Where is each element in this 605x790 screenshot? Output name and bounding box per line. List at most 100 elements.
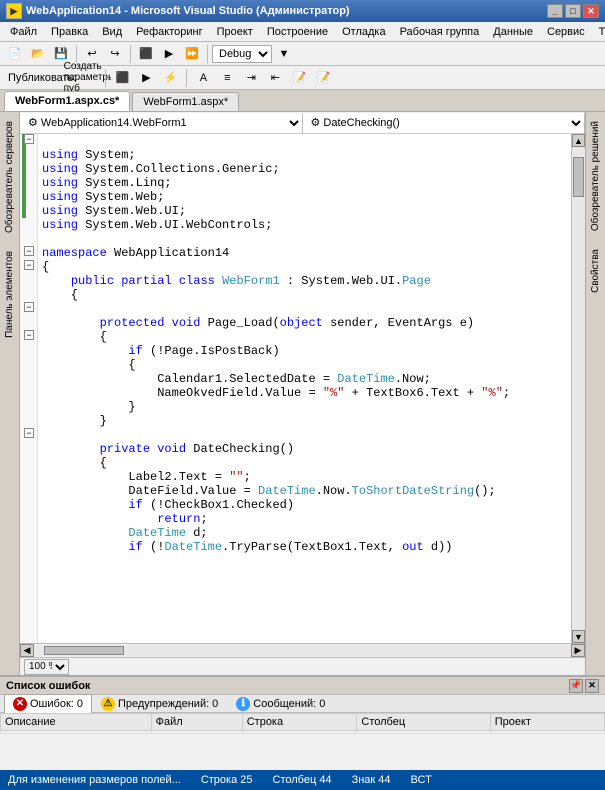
messages-tab[interactable]: ℹ Сообщений: 0	[227, 694, 334, 714]
title-bar: ▶ WebApplication14 - Microsoft Visual St…	[0, 0, 605, 22]
toolbar2-btn2[interactable]: ▶	[135, 68, 157, 88]
scroll-down-btn[interactable]: ▼	[572, 630, 585, 643]
col-row: Строка	[242, 714, 357, 731]
minimize-button[interactable]: _	[547, 4, 563, 18]
toolbar2-btn5[interactable]: ≡	[216, 68, 238, 88]
properties-tab[interactable]: Свойства	[587, 240, 604, 302]
panel-close-btn[interactable]: ✕	[585, 679, 599, 693]
status-for-change: Для изменения размеров полей...	[8, 774, 181, 786]
col-desc: Описание	[1, 714, 152, 731]
panel-pin-btn[interactable]: 📌	[569, 679, 583, 693]
open-btn[interactable]: 📂	[27, 44, 49, 64]
status-char: Знак 44	[352, 774, 391, 786]
method-selector[interactable]: ⚙ DateChecking()	[303, 113, 586, 133]
toolbar2-btn6[interactable]: ⇥	[240, 68, 262, 88]
right-sidebar: Обозреватель решений Свойства	[585, 112, 605, 675]
warning-badge: ⚠ Предупреждений: 0	[101, 697, 218, 711]
warning-icon: ⚠	[101, 697, 115, 711]
class-selector[interactable]: ⚙ WebApplication14.WebForm1	[20, 113, 303, 133]
code-status-bar: 100 %	[20, 657, 585, 675]
errors-tab[interactable]: ✕ Ошибок: 0	[4, 694, 92, 714]
error-badge: ✕ Ошибок: 0	[13, 697, 83, 711]
menu-view[interactable]: Вид	[96, 24, 128, 40]
left-sidebar: Обозреватель серверов Панель элементов	[0, 112, 20, 675]
collapse-namespace[interactable]: −	[24, 246, 34, 256]
table-row	[1, 731, 605, 734]
scroll-thumb[interactable]	[573, 157, 584, 197]
error-table: Описание Файл Строка Столбец Проект	[0, 713, 605, 770]
hscroll-thumb[interactable]	[44, 646, 124, 655]
scroll-track[interactable]	[572, 147, 585, 630]
menu-refactor[interactable]: Рефакторинг	[130, 24, 208, 40]
solution-explorer-tab[interactable]: Обозреватель решений	[587, 112, 604, 240]
toolbar2-btn9[interactable]: 📝	[312, 68, 334, 88]
tab-bar: WebForm1.aspx.cs* WebForm1.aspx*	[0, 90, 605, 112]
menu-build[interactable]: Построение	[261, 24, 334, 40]
error-icon: ✕	[13, 697, 27, 711]
toolbar-btn3[interactable]: ⬛	[135, 44, 157, 64]
tab-aspx[interactable]: WebForm1.aspx*	[132, 92, 239, 111]
toolbar-btn5[interactable]: ⏩	[181, 44, 203, 64]
new-project-btn[interactable]: 📄	[4, 44, 26, 64]
status-strip: Для изменения размеров полей... Строка 2…	[0, 770, 605, 790]
zoom-select[interactable]: 100 %	[24, 659, 69, 675]
title-text: WebApplication14 - Microsoft Visual Stud…	[26, 5, 547, 17]
code-content[interactable]: using System; using System.Collections.G…	[38, 134, 571, 643]
modified-indicator	[22, 134, 26, 218]
toolbar-publish: Публиковать: Создать параметры пуб ⬛ ▶ ⚡…	[0, 66, 605, 90]
hscroll-left-btn[interactable]: ◀	[20, 644, 34, 657]
scroll-up-btn[interactable]: ▲	[572, 134, 585, 147]
tab-cs[interactable]: WebForm1.aspx.cs*	[4, 91, 130, 111]
toolbar-btn6[interactable]: ▼	[273, 44, 295, 64]
close-button[interactable]: ✕	[583, 4, 599, 18]
selector-bar: ⚙ WebApplication14.WebForm1 ⚙ DateChecki…	[20, 112, 585, 134]
code-wrapper: ⚙ WebApplication14.WebForm1 ⚙ DateChecki…	[20, 112, 585, 675]
sep2	[130, 45, 131, 63]
debug-mode-select[interactable]: Debug	[212, 45, 272, 63]
create-params-btn[interactable]: Создать параметры пуб	[78, 68, 100, 88]
bottom-panel: Список ошибок 📌 ✕ ✕ Ошибок: 0 ⚠ Предупре…	[0, 675, 605, 770]
hscroll-track[interactable]	[34, 645, 571, 656]
restore-button[interactable]: □	[565, 4, 581, 18]
col-project: Проект	[490, 714, 604, 731]
horizontal-scrollbar[interactable]: ◀ ▶	[20, 643, 585, 657]
sep4	[105, 69, 106, 87]
menu-data[interactable]: Данные	[487, 24, 539, 40]
vertical-scrollbar[interactable]: ▲ ▼	[571, 134, 585, 643]
toolbar2-btn8[interactable]: 📝	[288, 68, 310, 88]
menu-tools[interactable]: Сервис	[541, 24, 591, 40]
menu-project[interactable]: Проект	[211, 24, 259, 40]
toolbar2-btn3[interactable]: ⚡	[159, 68, 181, 88]
toolbar2-btn4[interactable]: A	[192, 68, 214, 88]
toolbox-tab[interactable]: Панель элементов	[1, 242, 18, 347]
toolbar2-btn7[interactable]: ⇤	[264, 68, 286, 88]
margin-area: − − − − − −	[20, 134, 38, 643]
collapse-class[interactable]: −	[24, 260, 34, 270]
menu-edit[interactable]: Правка	[45, 24, 94, 40]
server-explorer-tab[interactable]: Обозреватель серверов	[1, 112, 18, 242]
col-file: Файл	[151, 714, 242, 731]
app-icon: ▶	[6, 3, 22, 19]
sep1	[76, 45, 77, 63]
menu-file[interactable]: Файл	[4, 24, 43, 40]
collapse-using[interactable]: −	[24, 134, 34, 144]
main-layout: Обозреватель серверов Панель элементов ⚙…	[0, 112, 605, 675]
menu-team[interactable]: Рабочая группа	[394, 24, 486, 40]
collapse-pageload[interactable]: −	[24, 302, 34, 312]
collapse-datechecking[interactable]: −	[24, 428, 34, 438]
col-col: Столбец	[357, 714, 490, 731]
panel-header: Список ошибок 📌 ✕	[0, 677, 605, 695]
menu-test[interactable]: Тест	[593, 24, 605, 40]
panel-title: Список ошибок	[6, 680, 569, 692]
menu-debug[interactable]: Отладка	[336, 24, 391, 40]
toolbar2-btn1[interactable]: ⬛	[111, 68, 133, 88]
panel-controls: 📌 ✕	[569, 679, 599, 693]
code-editor[interactable]: − − − − − − using System; using System.C…	[20, 134, 585, 643]
menu-bar: Файл Правка Вид Рефакторинг Проект Постр…	[0, 22, 605, 42]
toolbar-btn4[interactable]: ▶	[158, 44, 180, 64]
hscroll-right-btn[interactable]: ▶	[571, 644, 585, 657]
status-row: Строка 25	[201, 774, 253, 786]
warnings-tab[interactable]: ⚠ Предупреждений: 0	[92, 694, 227, 714]
collapse-if1[interactable]: −	[24, 330, 34, 340]
message-icon: ℹ	[236, 697, 250, 711]
